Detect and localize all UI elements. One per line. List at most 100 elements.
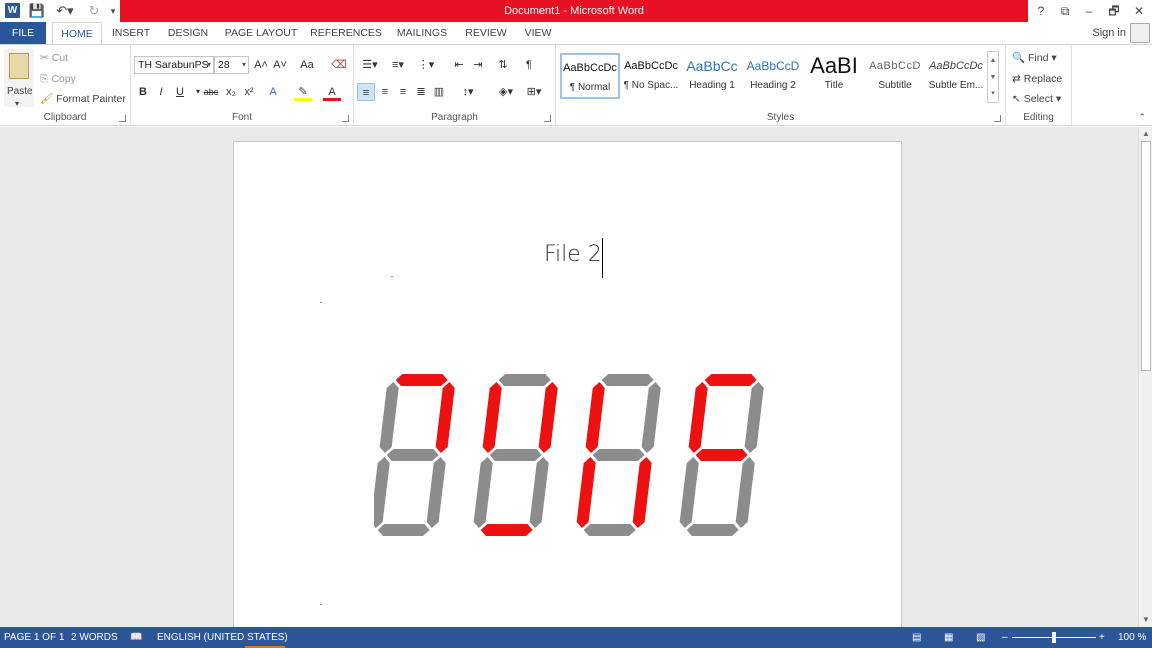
tab-page-layout[interactable]: PAGE LAYOUT [222, 22, 300, 44]
italic-button[interactable]: I [152, 83, 170, 101]
show-formatting-button[interactable]: ¶ [520, 56, 538, 74]
distributed-icon[interactable]: ▥ [430, 83, 448, 101]
align-left-icon[interactable]: ≡ [357, 83, 375, 101]
font-color-icon[interactable]: A [323, 83, 341, 101]
ribbon-display-options-button[interactable]: ⧉ [1053, 0, 1077, 22]
style-normal[interactable]: AaBbCcDc ¶ Normal [560, 53, 620, 99]
language-indicator[interactable]: ENGLISH (UNITED STATES) [157, 627, 288, 648]
redo-icon[interactable]: ↻ [84, 2, 104, 20]
cut-button[interactable]: ✂ Cut [40, 51, 68, 65]
scroll-down-icon[interactable]: ▼ [1139, 614, 1152, 626]
font-size-select[interactable]: 28 ▾ [214, 56, 249, 74]
copy-button[interactable]: ⎘ Copy [40, 72, 76, 86]
document-canvas[interactable]: File 2 [0, 127, 1138, 627]
segment-b [744, 382, 764, 453]
align-center-icon[interactable]: ≡ [376, 83, 394, 101]
tab-home[interactable]: HOME [52, 22, 102, 44]
paste-dropdown-icon[interactable]: ▾ [15, 97, 19, 111]
restore-button[interactable]: 🗗 [1102, 0, 1126, 22]
bold-button[interactable]: B [134, 83, 152, 101]
highlight-icon[interactable]: ✎ [294, 83, 312, 101]
segment-g [386, 449, 439, 461]
user-avatar-icon[interactable] [1130, 23, 1150, 43]
scroll-thumb[interactable] [1141, 141, 1151, 371]
sign-in-link[interactable]: Sign in [1092, 22, 1126, 44]
segment-d [686, 524, 739, 536]
chevron-down-icon[interactable]: ▼ [988, 69, 998, 86]
change-case-button[interactable]: Aa [294, 56, 320, 74]
sort-icon[interactable]: ⇅ [494, 56, 512, 74]
shrink-font-button[interactable]: A˅ [271, 56, 289, 74]
styles-gallery-scroll[interactable]: ▲ ▼ ▾ [987, 51, 999, 103]
zoom-level[interactable]: 100 % [1118, 627, 1146, 648]
grow-font-button[interactable]: A˄ [252, 56, 270, 74]
style-heading-2[interactable]: AaBbCcD Heading 2 [743, 53, 803, 99]
save-icon[interactable]: 💾 [28, 2, 46, 20]
proofing-icon[interactable]: 📖 [130, 627, 142, 648]
style-subtitle[interactable]: AaBbCcD Subtitle [865, 53, 925, 99]
decrease-indent-icon[interactable]: ⇤ [450, 56, 468, 74]
chevron-up-icon[interactable]: ▲ [988, 52, 998, 69]
multilevel-list-icon[interactable]: ⋮▾ [414, 56, 438, 74]
minimize-button[interactable]: – [1077, 0, 1101, 22]
strikethrough-button[interactable]: abc [201, 83, 221, 101]
more-styles-icon[interactable]: ▾ [988, 86, 998, 102]
font-family-select[interactable]: TH SarabunPS ▾ [134, 56, 214, 74]
font-launcher-icon[interactable] [342, 115, 349, 122]
line-spacing-icon[interactable]: ↕▾ [456, 83, 480, 101]
tab-references[interactable]: REFERENCES [310, 22, 382, 44]
print-layout-icon[interactable]: ▦ [944, 627, 953, 648]
paragraph-launcher-icon[interactable] [544, 115, 551, 122]
customize-qat-icon[interactable]: ▾ [108, 2, 118, 20]
style-heading-1[interactable]: AaBbCc Heading 1 [682, 53, 742, 99]
collapse-ribbon-icon[interactable]: ⌃ [1138, 112, 1146, 123]
clipboard-launcher-icon[interactable] [119, 115, 126, 122]
replace-button[interactable]: ⇄ Replace [1012, 72, 1062, 86]
superscript-button[interactable]: x² [240, 83, 258, 101]
scroll-up-icon[interactable]: ▲ [1139, 128, 1152, 140]
help-button[interactable]: ? [1029, 0, 1053, 22]
increase-indent-icon[interactable]: ⇥ [469, 56, 487, 74]
tab-insert[interactable]: INSERT [108, 22, 154, 44]
tab-view[interactable]: VIEW [518, 22, 558, 44]
find-button[interactable]: 🔍 Find ▾ [1012, 51, 1057, 65]
document-text[interactable]: File 2 [544, 242, 602, 267]
tab-review[interactable]: REVIEW [462, 22, 510, 44]
justify-icon[interactable]: ≣ [412, 83, 430, 101]
page-count[interactable]: PAGE 1 OF 1 [4, 627, 64, 648]
borders-icon[interactable]: ⊞▾ [522, 83, 546, 101]
subscript-button[interactable]: x₂ [222, 83, 240, 101]
style-no-spacing[interactable]: AaBbCcDc ¶ No Spac... [621, 53, 681, 99]
paste-button[interactable]: Paste ▾ [4, 49, 34, 108]
select-button[interactable]: ↖ Select ▾ [1012, 92, 1061, 106]
text-effects-icon[interactable]: A [264, 83, 282, 101]
format-painter-button[interactable]: 🖌 Format Painter [40, 92, 126, 106]
close-button[interactable]: ✕ [1127, 0, 1151, 22]
tab-mailings[interactable]: MAILINGS [392, 22, 452, 44]
segment-f [688, 382, 708, 453]
undo-icon[interactable]: ↶▾ [52, 2, 78, 20]
zoom-slider-thumb[interactable] [1052, 632, 1056, 643]
document-page[interactable]: File 2 [233, 141, 902, 627]
zoom-out-button[interactable]: – [1002, 627, 1008, 648]
clear-formatting-icon[interactable]: ⌫ [330, 56, 348, 74]
text-caret [602, 238, 603, 278]
word-count[interactable]: 2 WORDS [71, 627, 118, 648]
styles-launcher-icon[interactable] [994, 115, 1001, 122]
vertical-scrollbar[interactable]: ▲ ▼ [1138, 127, 1152, 627]
style-title[interactable]: AaBI Title [804, 53, 864, 99]
numbering-icon[interactable]: ≡▾ [386, 56, 410, 74]
shading-icon[interactable]: ◈▾ [494, 83, 518, 101]
bullets-icon[interactable]: ☰▾ [358, 56, 382, 74]
word-app-icon[interactable]: W [5, 3, 20, 18]
clipboard-icon [9, 53, 29, 79]
web-layout-icon[interactable]: ▧ [976, 627, 985, 648]
align-right-icon[interactable]: ≡ [394, 83, 412, 101]
tab-design[interactable]: DESIGN [164, 22, 212, 44]
seven-segment-display [374, 374, 764, 536]
style-subtle-emphasis[interactable]: AaBbCcDc Subtle Em... [926, 53, 986, 99]
zoom-in-button[interactable]: + [1099, 627, 1105, 648]
underline-button[interactable]: U [171, 83, 189, 101]
read-mode-icon[interactable]: ▤ [912, 627, 921, 648]
tab-file[interactable]: FILE [0, 22, 46, 44]
